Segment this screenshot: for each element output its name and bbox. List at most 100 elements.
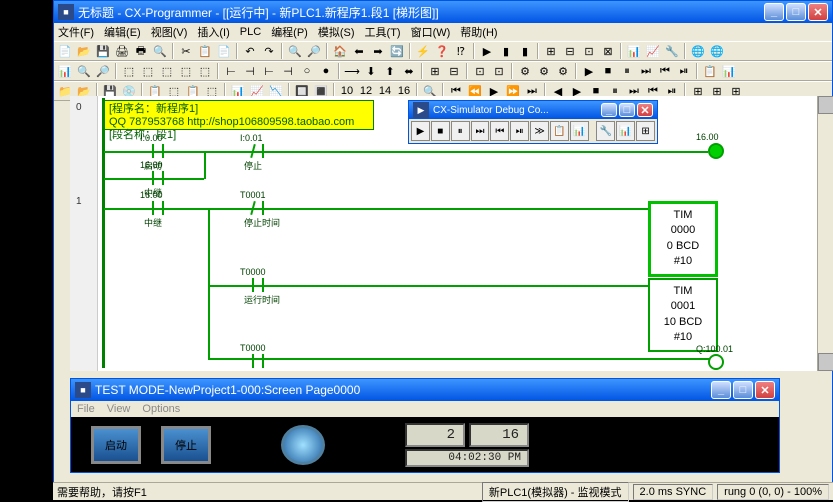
toolbar-button[interactable]: ⬆: [381, 62, 399, 80]
menu-item[interactable]: 模拟(S): [318, 24, 355, 40]
toolbar-button[interactable]: ⊢: [260, 62, 278, 80]
debug-button[interactable]: 📊: [616, 121, 635, 141]
toolbar-button[interactable]: ✂: [177, 42, 195, 60]
toolbar-button[interactable]: ⊟: [445, 62, 463, 80]
debug-titlebar[interactable]: ▶ CX-Simulator Debug Co... _ □ ✕: [409, 101, 657, 119]
toolbar-button[interactable]: ⬇: [362, 62, 380, 80]
toolbar-button[interactable]: 🔎: [305, 42, 323, 60]
toolbar-button[interactable]: 🖨: [113, 42, 131, 60]
debug-button[interactable]: ⏭: [471, 121, 490, 141]
toolbar-button[interactable]: ⚙: [535, 62, 553, 80]
menu-item[interactable]: 文件(F): [58, 24, 94, 40]
menu-item[interactable]: 窗口(W): [411, 24, 451, 40]
toolbar-button[interactable]: ⊡: [471, 62, 489, 80]
toolbar-button[interactable]: 💾: [94, 42, 112, 60]
contact[interactable]: [148, 201, 168, 215]
coil[interactable]: [708, 354, 724, 370]
toolbar-button[interactable]: 🔄: [388, 42, 406, 60]
toolbar-button[interactable]: ▮: [516, 42, 534, 60]
toolbar-button[interactable]: 📈: [644, 42, 662, 60]
close-button[interactable]: ✕: [808, 3, 828, 21]
toolbar-button[interactable]: ⊡: [580, 42, 598, 60]
toolbar-button[interactable]: 🖶: [132, 42, 150, 60]
test-titlebar[interactable]: ■ TEST MODE-NewProject1-000:Screen Page0…: [71, 379, 779, 401]
toolbar-button[interactable]: ⏮: [656, 62, 674, 80]
toolbar-button[interactable]: 🔧: [663, 42, 681, 60]
test-menu-item[interactable]: Options: [142, 403, 180, 415]
debug-button[interactable]: ■: [431, 121, 450, 141]
toolbar-button[interactable]: ⁉: [452, 42, 470, 60]
menu-item[interactable]: 插入(I): [197, 24, 229, 40]
toolbar-button[interactable]: 🔍: [151, 42, 169, 60]
function-block-tim[interactable]: TIM 0001 10 BCD #10: [648, 278, 718, 352]
toolbar-button[interactable]: ❓: [433, 42, 451, 60]
test-menu-item[interactable]: File: [77, 403, 95, 415]
toolbar-button[interactable]: ⊢: [222, 62, 240, 80]
toolbar-button[interactable]: ⊣: [279, 62, 297, 80]
toolbar-button[interactable]: 📋: [196, 42, 214, 60]
toolbar-button[interactable]: ⬚: [196, 62, 214, 80]
debug-button[interactable]: ⊞: [636, 121, 655, 141]
toolbar-button[interactable]: ⬅: [350, 42, 368, 60]
debug-button[interactable]: 📊: [570, 121, 589, 141]
toolbar-button[interactable]: ↶: [241, 42, 259, 60]
debug-button[interactable]: 📋: [550, 121, 569, 141]
toolbar-button[interactable]: 📊: [720, 62, 738, 80]
maximize-button[interactable]: □: [786, 3, 806, 21]
debug-close[interactable]: ✕: [637, 103, 653, 117]
hmi-start-button[interactable]: 启动: [91, 426, 141, 464]
debug-console[interactable]: ▶ CX-Simulator Debug Co... _ □ ✕ ▶■⏸⏭⏮⏯≫…: [408, 100, 658, 144]
toolbar-button[interactable]: 📄: [215, 42, 233, 60]
toolbar-button[interactable]: ○: [298, 62, 316, 80]
menu-item[interactable]: 编程(P): [271, 24, 308, 40]
toolbar-button[interactable]: ⚙: [554, 62, 572, 80]
debug-minimize[interactable]: _: [601, 103, 617, 117]
contact[interactable]: [248, 354, 268, 368]
toolbar-button[interactable]: ⊣: [241, 62, 259, 80]
menu-item[interactable]: PLC: [240, 26, 261, 38]
toolbar-button[interactable]: ⊞: [542, 42, 560, 60]
toolbar-button[interactable]: 🔍: [286, 42, 304, 60]
contact[interactable]: [148, 144, 168, 158]
toolbar-button[interactable]: ⟶: [343, 62, 361, 80]
debug-button[interactable]: ⏯: [510, 121, 529, 141]
toolbar-button[interactable]: ▮: [497, 42, 515, 60]
test-maximize[interactable]: □: [733, 381, 753, 399]
toolbar-button[interactable]: 📊: [56, 62, 74, 80]
rung-comment[interactable]: [程序名：新程序1] QQ 787953768 http://shop10680…: [104, 100, 374, 130]
toolbar-button[interactable]: ⏸: [618, 62, 636, 80]
main-titlebar[interactable]: ■ 无标题 - CX-Programmer - [[运行中] - 新PLC1.新…: [54, 1, 832, 23]
vertical-scrollbar[interactable]: [817, 96, 833, 371]
test-menu-item[interactable]: View: [107, 403, 131, 415]
minimize-button[interactable]: _: [764, 3, 784, 21]
contact[interactable]: [248, 201, 268, 215]
toolbar-button[interactable]: ⏯: [675, 62, 693, 80]
contact[interactable]: [148, 171, 168, 185]
toolbar-button[interactable]: 🏠: [331, 42, 349, 60]
toolbar-button[interactable]: 🌐: [708, 42, 726, 60]
toolbar-button[interactable]: ▶: [580, 62, 598, 80]
debug-maximize[interactable]: □: [619, 103, 635, 117]
function-block-tim[interactable]: TIM 0000 0 BCD #10: [648, 201, 718, 277]
toolbar-button[interactable]: ⚙: [516, 62, 534, 80]
toolbar-button[interactable]: ■: [599, 62, 617, 80]
toolbar-button[interactable]: ⊡: [490, 62, 508, 80]
toolbar-button[interactable]: ⬚: [158, 62, 176, 80]
toolbar-button[interactable]: ⬌: [400, 62, 418, 80]
toolbar-button[interactable]: ⬚: [177, 62, 195, 80]
toolbar-button[interactable]: ⬚: [120, 62, 138, 80]
test-minimize[interactable]: _: [711, 381, 731, 399]
toolbar-button[interactable]: ⬚: [139, 62, 157, 80]
debug-button[interactable]: ⏮: [490, 121, 509, 141]
toolbar-button[interactable]: 🌐: [689, 42, 707, 60]
toolbar-button[interactable]: ⊞: [426, 62, 444, 80]
menu-item[interactable]: 视图(V): [151, 24, 188, 40]
toolbar-button[interactable]: 📋: [701, 62, 719, 80]
toolbar-button[interactable]: ⚡: [414, 42, 432, 60]
toolbar-button[interactable]: ●: [317, 62, 335, 80]
debug-button[interactable]: ▶: [411, 121, 430, 141]
coil[interactable]: [708, 143, 724, 159]
debug-button[interactable]: ≫: [530, 121, 549, 141]
toolbar-button[interactable]: 📂: [75, 42, 93, 60]
toolbar-button[interactable]: ➡: [369, 42, 387, 60]
